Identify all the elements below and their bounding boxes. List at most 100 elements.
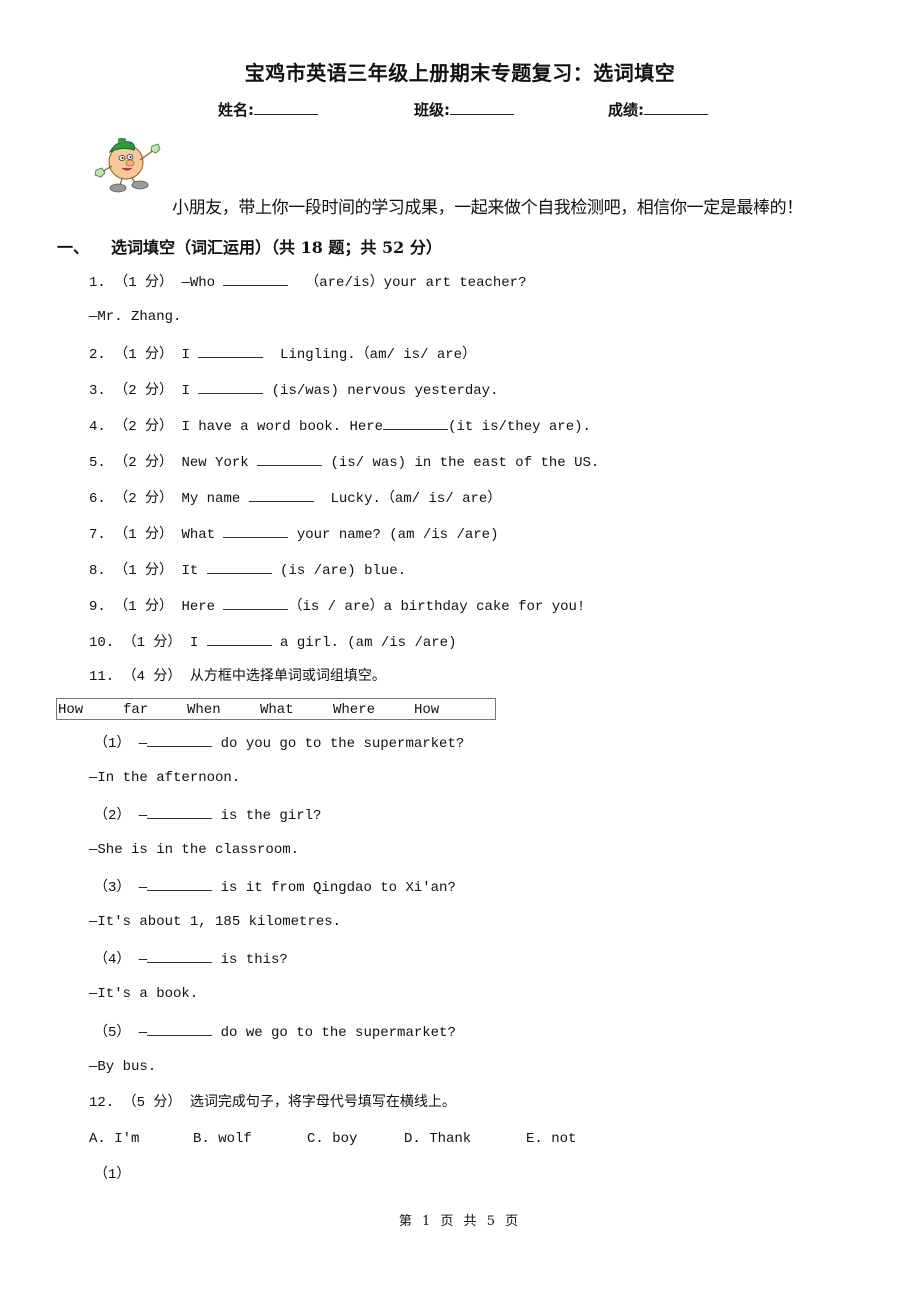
question-text: What [181, 527, 224, 543]
section-heading: 一、 选词填空（词汇运用）（共 18 题；共 52 分） [57, 234, 442, 258]
question-10: 10. （1 分） I a girl. (am /is /are) [89, 632, 457, 652]
question-text: Lingling.（am/ is/ are） [263, 347, 477, 363]
question-1-answer: —Mr. Zhang. [89, 309, 182, 325]
name-label: 姓名: [218, 101, 254, 119]
answer-blank[interactable] [206, 632, 272, 646]
sub-question-text: do you go to the supermarket? [212, 736, 465, 752]
question-number: 12. [89, 1095, 115, 1111]
sub-question-text: is this? [212, 952, 288, 968]
question-score: （2 分） [114, 491, 174, 507]
question-number: 5. [89, 455, 106, 471]
word-option: far [123, 702, 149, 718]
option-a: A. I'm [89, 1131, 140, 1147]
question-text: My name [181, 491, 249, 507]
question-score: （5 分） [122, 1095, 182, 1111]
answer-blank[interactable] [223, 272, 289, 286]
score-field[interactable]: 成绩: [608, 99, 708, 120]
question-1: 1. （1 分） —Who （are/is）your art teacher? [89, 272, 527, 292]
option-d: D. Thank [404, 1131, 472, 1147]
word-option: Where [333, 702, 376, 718]
question-score: （4 分） [122, 669, 182, 685]
word-option: How [58, 702, 84, 718]
question-text: New York [181, 455, 258, 471]
class-label: 班级: [414, 101, 450, 119]
word-option: When [187, 702, 221, 718]
sub-question-2: （2） — is the girl? [94, 805, 321, 825]
question-number: 8. [89, 563, 106, 579]
question-6: 6. （2 分） My name Lucky.（am/ is/ are） [89, 488, 501, 508]
score-label: 成绩: [608, 101, 644, 119]
answer-blank[interactable] [383, 416, 449, 430]
answer-blank[interactable] [147, 805, 213, 819]
question-text: I [181, 383, 199, 399]
question-instruction: 选词完成句子，将字母代号填写在横线上。 [189, 1095, 456, 1111]
section-title: 选词填空（词汇运用）（共 18 题；共 52 分） [111, 238, 442, 257]
score-blank[interactable] [644, 100, 708, 115]
answer-blank[interactable] [248, 488, 314, 502]
question-text: —Who [181, 275, 224, 291]
answer-blank[interactable] [257, 452, 323, 466]
sub-question-1: （1） — do you go to the supermarket? [94, 733, 464, 753]
intro-text: 小朋友，带上你一段时间的学习成果，一起来做个自我检测吧，相信你一定是最棒的！ [172, 198, 803, 218]
question-number: 6. [89, 491, 106, 507]
question-text: I have a word book. Here [181, 419, 384, 435]
question-score: （1 分） [114, 347, 174, 363]
answer-blank[interactable] [206, 560, 272, 574]
question-text: Here [181, 599, 224, 615]
question-score: （1 分） [114, 275, 174, 291]
question-4: 4. （2 分） I have a word book. Here (it is/… [89, 416, 591, 436]
sub-question-label: （1） [94, 736, 131, 752]
question-8: 8. （1 分） It (is /are) blue. [89, 560, 406, 580]
cartoon-mascot-icon [94, 138, 161, 193]
name-blank[interactable] [254, 100, 318, 115]
sub-question-label: （4） [94, 952, 131, 968]
section-number: 一、 [57, 238, 90, 257]
question-score: （1 分） [114, 527, 174, 543]
student-name-field[interactable]: 姓名: [218, 99, 318, 120]
question-score: （2 分） [114, 419, 174, 435]
question-number: 3. [89, 383, 106, 399]
option-c: C. boy [307, 1131, 358, 1147]
question-score: （1 分） [114, 563, 174, 579]
question-text: your name? (am /is /are) [288, 527, 499, 543]
question-instruction: 从方框中选择单词或词组填空。 [189, 669, 386, 685]
question-text: (is/ was) in the east of the US. [322, 455, 600, 471]
sub-question-5-answer: —By bus. [89, 1059, 157, 1075]
question-7: 7. （1 分） What your name? (am /is /are) [89, 524, 499, 544]
sub-question-3: （3） — is it from Qingdao to Xi'an? [94, 877, 456, 897]
answer-blank[interactable] [198, 344, 264, 358]
question-number: 9. [89, 599, 106, 615]
sub-question-4: （4） — is this? [94, 949, 288, 969]
sub-question-text: is it from Qingdao to Xi'an? [212, 880, 456, 896]
sub-question-5: （5） — do we go to the supermarket? [94, 1022, 456, 1042]
sub-question-label: （5） [94, 1025, 131, 1041]
question-text: a girl. (am /is /are) [271, 635, 457, 651]
class-blank[interactable] [450, 100, 514, 115]
page-title: 宝鸡市英语三年级上册期末专题复习：选词填空 [244, 61, 676, 85]
page-number: 第 1 页 共 5 页 [398, 1214, 522, 1229]
answer-blank[interactable] [198, 380, 264, 394]
answer-blank[interactable] [147, 949, 213, 963]
question-text: (is/was) nervous yesterday. [263, 383, 499, 399]
sub-question-4-answer: —It's a book. [89, 986, 199, 1002]
question-number: 2. [89, 347, 106, 363]
question-text: It [181, 563, 207, 579]
question-text: (is /are) blue. [271, 563, 407, 579]
question-2: 2. （1 分） I Lingling.（am/ is/ are） [89, 344, 476, 364]
word-option: What [260, 702, 294, 718]
word-option: How [414, 702, 440, 718]
sub-question-text: do we go to the supermarket? [212, 1025, 456, 1041]
answer-blank[interactable] [223, 596, 289, 610]
question-text: （are/is）your art teacher? [288, 275, 527, 291]
question-score: （2 分） [114, 383, 174, 399]
class-field[interactable]: 班级: [414, 99, 514, 120]
answer-blank[interactable] [223, 524, 289, 538]
question-text: Lucky.（am/ is/ are） [313, 491, 502, 507]
question-score: （2 分） [114, 455, 174, 471]
question-12: 12. （5 分） 选词完成句子，将字母代号填写在横线上。 [89, 1094, 456, 1112]
answer-blank[interactable] [147, 877, 213, 891]
answer-blank[interactable] [147, 1022, 213, 1036]
sub-question-label: （1） [94, 1167, 131, 1183]
answer-blank[interactable] [147, 733, 213, 747]
option-e: E. not [526, 1131, 577, 1147]
